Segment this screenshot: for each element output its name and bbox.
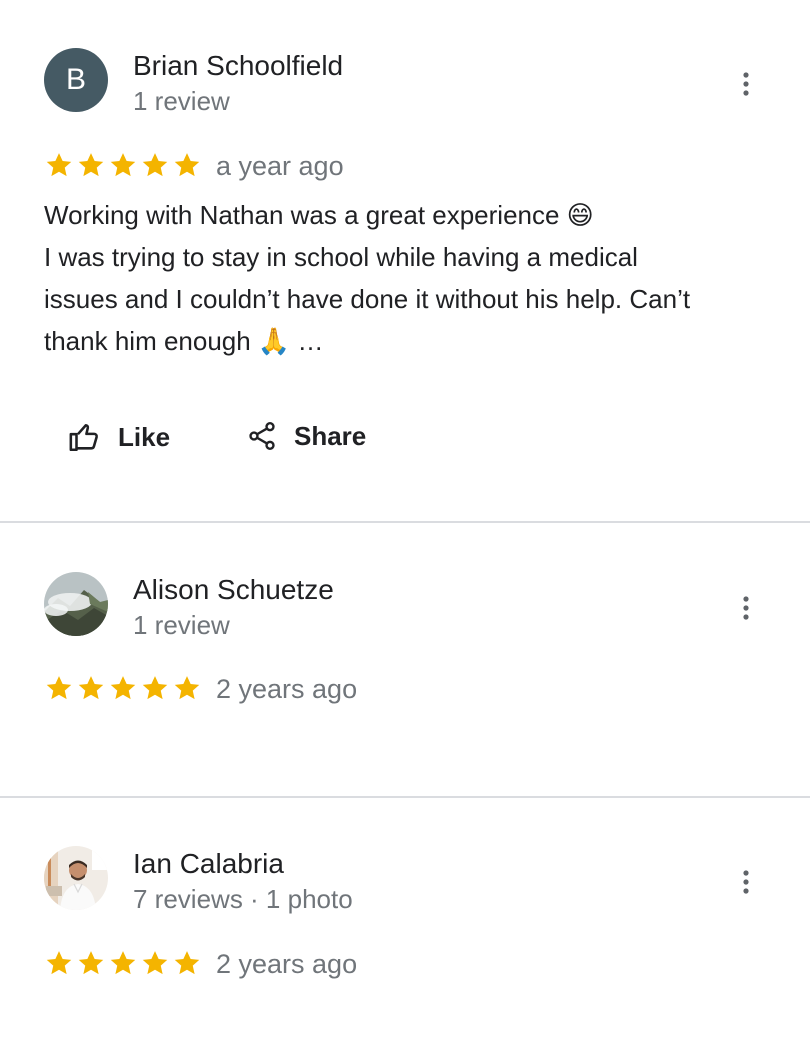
review-time: 2 years ago xyxy=(216,674,358,704)
star-icon xyxy=(142,676,168,700)
star-icon xyxy=(174,153,200,177)
review-text-line: I was trying to stay in school while hav… xyxy=(44,242,638,272)
star-icon xyxy=(110,153,136,177)
more-options-button[interactable] xyxy=(730,64,762,104)
thumb-up-icon xyxy=(69,423,98,452)
star-icon xyxy=(142,951,168,975)
avatar[interactable] xyxy=(44,572,108,636)
read-more-ellipsis[interactable]: … xyxy=(298,326,324,356)
share-label: Share xyxy=(294,420,367,451)
share-button[interactable]: Share xyxy=(246,420,366,452)
reviewer-name[interactable]: Ian Calabria xyxy=(133,848,284,880)
more-vert-icon xyxy=(743,870,749,894)
review-text-line: Working with Nathan was a great experien… xyxy=(44,200,594,230)
star-icon xyxy=(110,676,136,700)
review-card: B Brian Schoolfield 1 review a year ago … xyxy=(0,0,810,522)
more-options-button[interactable] xyxy=(730,588,762,628)
avatar[interactable]: B xyxy=(44,48,108,112)
reviewer-meta: 1 review xyxy=(133,86,230,116)
more-vert-icon xyxy=(743,72,749,96)
review-card: Alison Schuetze 1 review 2 years ago xyxy=(0,523,810,796)
review-text-line: thank him enough 🙏 xyxy=(44,326,291,356)
review-time: a year ago xyxy=(216,151,344,181)
review-text: Working with Nathan was a great experien… xyxy=(44,194,764,362)
star-rating xyxy=(44,673,202,703)
review-text-line: issues and I couldn’t have done it witho… xyxy=(44,284,691,314)
star-icon xyxy=(78,951,104,975)
man-white-shirt-photo xyxy=(44,846,108,910)
review-card: Ian Calabria 7 reviews · 1 photo 2 years… xyxy=(0,798,810,1042)
star-icon xyxy=(78,153,104,177)
star-rating xyxy=(44,948,202,978)
like-label: Like xyxy=(118,421,171,452)
star-icon xyxy=(46,676,72,700)
star-rating xyxy=(44,150,202,180)
review-time: 2 years ago xyxy=(216,949,358,979)
like-button[interactable]: Like xyxy=(68,420,170,454)
share-icon xyxy=(249,422,275,450)
avatar[interactable] xyxy=(44,846,108,910)
more-vert-icon xyxy=(743,596,749,620)
star-icon xyxy=(174,951,200,975)
reviewer-meta: 7 reviews · 1 photo xyxy=(133,884,353,914)
reviewer-name[interactable]: Brian Schoolfield xyxy=(133,50,343,82)
star-icon xyxy=(46,951,72,975)
more-options-button[interactable] xyxy=(730,862,762,902)
star-icon xyxy=(142,153,168,177)
star-icon xyxy=(174,676,200,700)
star-icon xyxy=(110,951,136,975)
star-icon xyxy=(78,676,104,700)
reviewer-name[interactable]: Alison Schuetze xyxy=(133,574,334,606)
mountain-clouds-photo xyxy=(44,572,108,636)
star-icon xyxy=(46,153,72,177)
reviewer-meta: 1 review xyxy=(133,610,230,640)
avatar-letter: B xyxy=(65,63,86,96)
